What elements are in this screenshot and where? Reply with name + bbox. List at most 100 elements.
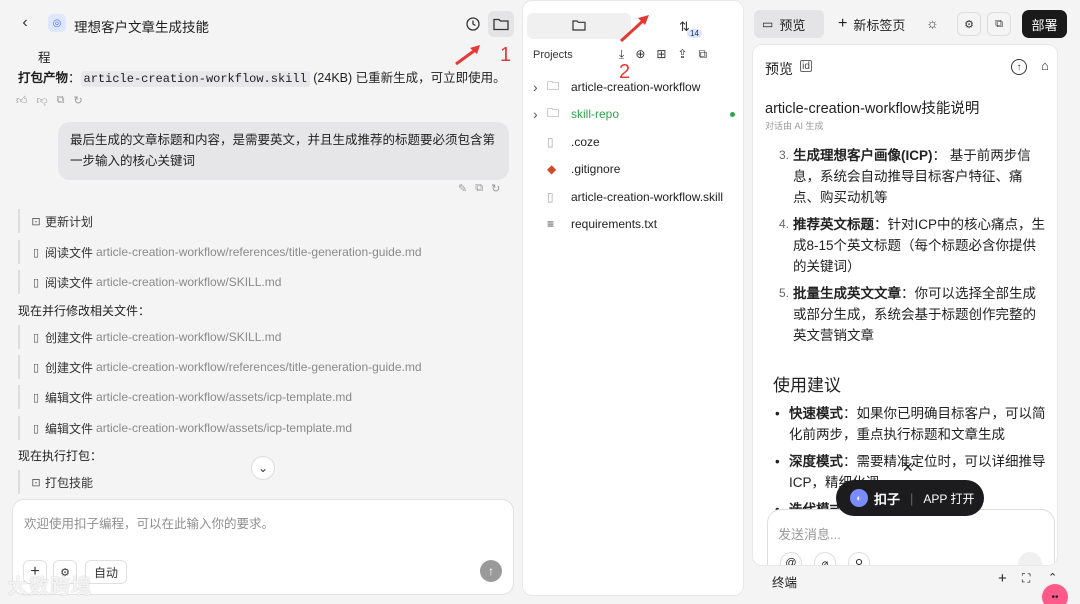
preview-window-icon: ▭ [762, 17, 774, 31]
terminal-icon: ⊡ [31, 215, 41, 228]
upload-icon[interactable]: ⇪ [677, 47, 687, 62]
projects-label: Projects [533, 49, 573, 61]
coze-logo-icon: ◐ [850, 489, 868, 507]
theme-sun-icon[interactable]: ☼ [926, 15, 939, 31]
clear-icon[interactable]: ⌂ [1041, 58, 1049, 73]
tab-preview[interactable]: ▭ 预览 [754, 10, 824, 38]
terminal-label: 终端 [772, 576, 798, 590]
settings-sliders-icon[interactable]: ⚙ [957, 12, 981, 36]
step-path: article-creation-workflow/assets/icp-tem… [96, 421, 353, 435]
duplicate-icon[interactable]: ⧉ [987, 12, 1011, 36]
changes-count-badge: 14 [687, 29, 702, 38]
doc-title: article-creation-workflow技能说明 [765, 101, 980, 117]
chat-input-placeholder[interactable]: 欢迎使用扣子编程，可以在此输入你的要求。 [24, 513, 274, 532]
folder-icon [572, 19, 586, 31]
retry-icon[interactable]: ↻ [491, 182, 500, 195]
new-file-icon[interactable]: ⊕ [635, 47, 645, 62]
user-message-bubble: 最后生成的文章标题和内容，是需要英文，并且生成推荐的标题要必须包含第一步输入的核… [58, 122, 509, 180]
open-app-toast[interactable]: ◐ 扣子 | APP 打开 [836, 480, 984, 516]
preview-send-icon[interactable] [1018, 552, 1042, 565]
step-update-plan[interactable]: ⊡ 更新计划 [18, 209, 498, 233]
step-pack-skill[interactable]: ⊡ 打包技能 [18, 470, 498, 494]
terminal-bar: 终端 + ⛶ ⌃ [752, 568, 1080, 592]
list-item: 3. 生成理想客户画像(ICP)： 基于前两步信息，系统会自动推导目标客户特征、… [779, 145, 1047, 208]
add-terminal-icon[interactable]: + [998, 570, 1007, 587]
download-icon[interactable]: ⤓ [619, 47, 624, 62]
deploy-button[interactable]: 部署 [1022, 10, 1067, 38]
preview-chat-placeholder[interactable]: 发送消息... [778, 524, 841, 543]
regenerate-icon[interactable]: ↻ [74, 94, 83, 107]
history-icon[interactable] [460, 11, 486, 37]
toast-divider: | [910, 490, 914, 506]
collapse-up-icon[interactable]: ⌃ [1048, 571, 1057, 584]
step-label: 创建文件 [45, 360, 94, 375]
text-icon: ≡ [547, 217, 555, 231]
step-label: 更新计划 [45, 214, 94, 229]
tab-new[interactable]: + 新标签页 [838, 10, 905, 38]
send-icon[interactable]: ↑ [480, 560, 502, 582]
list-number: 5. [779, 286, 790, 300]
preview-title: 预览 [765, 61, 793, 77]
file-tree-label: article-creation-workflow [571, 80, 701, 94]
back-icon[interactable]: ‹ [12, 10, 38, 36]
step-label: 创建文件 [45, 330, 94, 345]
file-tree-label: skill-repo [571, 107, 620, 122]
step-read-file[interactable]: ▯ 阅读文件 article-creation-workflow/referen… [18, 240, 498, 264]
file-explorer-panel: ⇅ 14 2 Projects ⤓ ⊕ ⊞ ⇪ ⧉ › 🗀 article-crea… [522, 0, 744, 596]
app-logo-icon: ◎ [48, 14, 66, 32]
at-mention-icon[interactable]: @ [780, 552, 802, 565]
package-colon: ： [68, 71, 81, 85]
file-tree-row[interactable]: ≡ requirements.txt [533, 211, 733, 237]
file-tree-row[interactable]: ◆ .gitignore [533, 156, 733, 182]
watermark: 大数跨境 [8, 576, 92, 598]
list-item-bold: 推荐英文标题 [793, 217, 874, 232]
copy-icon[interactable]: ⧉ [475, 182, 483, 195]
fullscreen-icon[interactable]: ⛶ [1022, 571, 1030, 586]
package-file: article-creation-workflow.skill [80, 71, 310, 87]
toast-action: APP 打开 [923, 491, 975, 506]
file-tree-row[interactable]: › 🗀 article-creation-workflow [533, 74, 733, 100]
folder-toggle-icon[interactable] [488, 11, 514, 37]
collapse-all-icon[interactable]: ⧉ [699, 47, 708, 62]
folder-icon: 🗀 [547, 78, 560, 93]
section-heading: 使用建议 [773, 376, 841, 395]
chevron-down-icon[interactable]: ⌄ [200, 14, 210, 28]
edit-icon[interactable]: ✎ [458, 182, 467, 195]
toast-close-icon[interactable]: ✕ [902, 459, 914, 476]
step-create-file[interactable]: ▯ 创建文件 article-creation-workflow/referen… [18, 355, 498, 379]
share-upload-icon[interactable]: ↑ [1011, 59, 1027, 75]
file-tree-row[interactable]: ▯ .coze [533, 129, 733, 155]
bullet-dot: • [775, 454, 780, 469]
chevron-right-icon[interactable]: › [533, 106, 547, 122]
chat-panel: ‹ ◎ 理想客户文章生成技能 ⌄ 1 程 打包产物： article-creati… [0, 0, 520, 604]
modified-dot [730, 111, 735, 117]
user-message-actions: ✎ ⧉ ↻ [458, 182, 500, 195]
step-path: article-creation-workflow/SKILL.md [96, 275, 282, 289]
chevron-right-icon[interactable]: › [533, 79, 547, 95]
location-icon[interactable]: ⚲ [848, 552, 870, 565]
mascot-avatar[interactable]: •• [1042, 584, 1068, 604]
preview-chat-input[interactable]: 发送消息... @ ⌀ ⚲ [767, 509, 1055, 565]
thumbs-up-icon[interactable]: 👍︎ [16, 94, 28, 107]
step-label: 阅读文件 [45, 245, 94, 260]
file-tree-label: requirements.txt [571, 217, 658, 231]
annotation-arrow-1 [455, 45, 480, 66]
file-tree-row[interactable]: ▯ article-creation-workflow.skill [533, 184, 733, 210]
doc-subtitle: 对话由 AI 生成 [765, 121, 824, 131]
step-read-file[interactable]: ▯ 阅读文件 article-creation-workflow/SKILL.m… [18, 270, 498, 294]
file-icon: ▯ [32, 422, 40, 435]
copy-icon[interactable]: ⧉ [57, 94, 65, 107]
message-actions: 👍︎ 👎︎ ⧉ ↻ [16, 94, 83, 107]
step-label: 编辑文件 [45, 390, 94, 405]
bullet-dot: • [775, 406, 780, 421]
step-edit-file[interactable]: ▯ 编辑文件 article-creation-workflow/assets/… [18, 416, 498, 440]
bullet-bold: 深度模式 [789, 454, 843, 469]
thumbs-down-icon[interactable]: 👎︎ [37, 94, 48, 107]
step-edit-file[interactable]: ▯ 编辑文件 article-creation-workflow/assets/… [18, 385, 498, 409]
new-folder-icon[interactable]: ⊞ [656, 47, 666, 62]
file-icon: ▯ [32, 276, 40, 289]
step-create-file[interactable]: ▯ 创建文件 article-creation-workflow/SKILL.m… [18, 325, 498, 349]
attachment-icon[interactable]: ⌀ [814, 552, 836, 565]
file-tree-row[interactable]: › 🗀 skill-repo [533, 101, 735, 127]
chat-header: ‹ ◎ 理想客户文章生成技能 ⌄ [0, 0, 520, 46]
